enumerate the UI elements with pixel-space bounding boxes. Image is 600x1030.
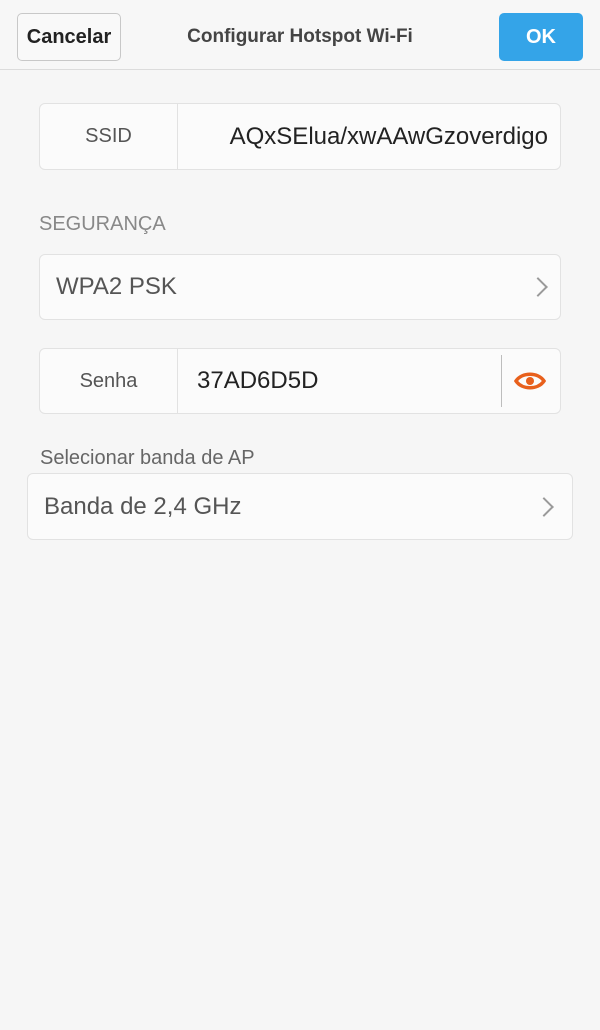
band-selected-value: Banda de 2,4 GHz	[44, 492, 242, 520]
band-select[interactable]: Banda de 2,4 GHz	[27, 473, 573, 540]
cancel-button[interactable]: Cancelar	[17, 13, 121, 61]
eye-icon[interactable]	[514, 366, 546, 396]
ssid-row: SSID AQxSElua/xwAAwGzoverdigo	[39, 103, 561, 170]
password-label: Senha	[40, 349, 178, 413]
password-divider	[501, 355, 502, 407]
ssid-label: SSID	[40, 104, 178, 169]
chevron-right-icon	[534, 496, 554, 517]
security-section-label: SEGURANÇA	[39, 213, 166, 235]
ssid-input[interactable]: AQxSElua/xwAAwGzoverdigo	[178, 104, 550, 169]
password-value: 37AD6D5D	[197, 367, 319, 394]
title-bar: Cancelar Configurar Hotspot Wi-Fi OK	[0, 0, 600, 70]
page-title: Configurar Hotspot Wi-Fi	[187, 26, 413, 47]
chevron-right-icon	[528, 277, 548, 297]
band-section-label: Selecionar banda de AP	[40, 447, 255, 469]
security-select[interactable]: WPA2 PSK	[39, 254, 561, 320]
security-selected-value: WPA2 PSK	[56, 273, 177, 300]
password-input[interactable]: 37AD6D5D	[178, 349, 500, 413]
ssid-value: AQxSElua/xwAAwGzoverdigo	[229, 122, 548, 150]
ok-button[interactable]: OK	[499, 13, 583, 61]
password-row: Senha 37AD6D5D	[39, 348, 561, 414]
